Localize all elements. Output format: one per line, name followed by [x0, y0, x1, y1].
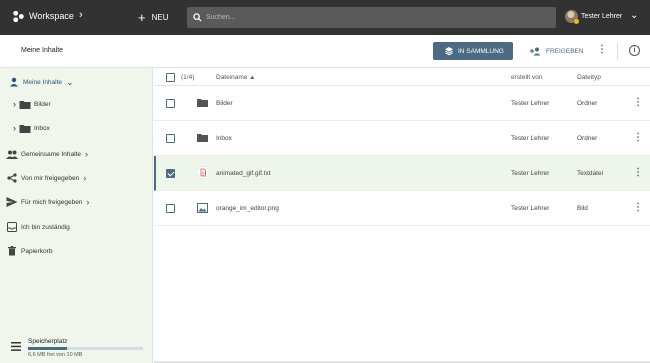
- more-options-icon[interactable]: ⋮: [633, 202, 643, 213]
- table-row[interactable]: orange_im_editor.png Tester Lehrer Bild …: [154, 191, 650, 226]
- file-author: Tester Lehrer: [511, 135, 550, 142]
- more-options-icon[interactable]: ⋮: [633, 167, 643, 178]
- add-person-icon: [530, 47, 541, 55]
- file-type: Ordner: [577, 100, 598, 107]
- file-type: Ordner: [577, 135, 598, 142]
- sidebar-item-trash[interactable]: Papierkorb: [6, 241, 52, 261]
- folder-icon: [197, 99, 208, 107]
- file-name[interactable]: Bilder: [216, 100, 233, 107]
- page-title: Meine Inhalte: [21, 47, 64, 54]
- sidebar-item-label: Meine Inhalte: [23, 78, 63, 86]
- storage-title: Speicherplatz: [28, 338, 68, 345]
- person-icon: [10, 77, 18, 87]
- file-author: Tester Lehrer: [511, 100, 550, 107]
- storage-progress-bar: [28, 347, 143, 350]
- chevron-right-icon[interactable]: ›: [13, 123, 16, 133]
- chevron-down-icon[interactable]: ⌄: [66, 77, 74, 88]
- share-button[interactable]: FREIGEBEN: [530, 44, 584, 58]
- chevron-right-icon[interactable]: ›: [83, 173, 86, 183]
- sidebar-item-inbox[interactable]: › Inbox: [13, 118, 50, 138]
- file-name[interactable]: orange_im_editor.png: [216, 205, 279, 212]
- text-file-icon: [197, 166, 209, 179]
- layers-icon: [445, 47, 453, 56]
- image-file-icon: [197, 203, 208, 213]
- sidebar-item-label: Papierkorb: [21, 247, 53, 255]
- new-button[interactable]: + NEU: [138, 9, 168, 25]
- table-row[interactable]: Inbox Tester Lehrer Ordner ⋮: [154, 121, 650, 156]
- user-name[interactable]: Tester Lehrer: [581, 13, 622, 20]
- inbox-icon: [7, 222, 17, 232]
- divider: [617, 43, 618, 60]
- table-row[interactable]: Bilder Tester Lehrer Ordner ⋮: [154, 86, 650, 121]
- add-to-collection-label: IN SAMMLUNG: [458, 47, 504, 55]
- search-icon: [193, 13, 202, 22]
- file-name[interactable]: Inbox: [216, 135, 232, 142]
- sidebar-item-bilder[interactable]: › Bilder: [13, 94, 51, 114]
- sidebar-item-shared-by-me[interactable]: Von mir freigegeben ›: [6, 168, 86, 188]
- more-options-icon[interactable]: ⋮: [633, 97, 643, 108]
- table-header: (1/4) Dateiname ▲ erstellt von Dateityp: [154, 68, 650, 86]
- search-input[interactable]: [206, 7, 546, 28]
- sidebar-item-label: Von mir freigegeben: [21, 174, 80, 182]
- sidebar: Meine Inhalte ⌄ › Bilder › Inbox Gemeins…: [0, 68, 153, 363]
- plus-icon: +: [138, 9, 146, 25]
- chevron-right-icon[interactable]: ›: [85, 149, 88, 159]
- sidebar-item-label: Inbox: [34, 124, 50, 132]
- chevron-right-icon[interactable]: ›: [13, 99, 16, 109]
- file-type: Textdatei: [577, 170, 604, 177]
- group-icon: [6, 150, 18, 159]
- selection-count: (1/4): [181, 74, 195, 81]
- row-checkbox[interactable]: [166, 134, 175, 143]
- chevron-right-icon[interactable]: ›: [79, 9, 83, 21]
- info-icon[interactable]: i: [629, 45, 640, 56]
- folder-icon: [197, 134, 208, 142]
- file-author: Tester Lehrer: [511, 170, 550, 177]
- row-checkbox[interactable]: [166, 169, 175, 178]
- sidebar-item-label: Ich bin zuständig: [21, 223, 70, 231]
- chevron-down-icon[interactable]: ⌄: [630, 10, 638, 21]
- file-name[interactable]: animated_gif.gif.txt: [216, 170, 271, 177]
- column-header-name[interactable]: Dateiname ▲: [216, 74, 255, 81]
- folder-icon: [19, 100, 31, 109]
- sidebar-item-shared-with-me[interactable]: Für mich freigegeben ›: [6, 192, 89, 212]
- select-all-checkbox[interactable]: [166, 73, 175, 82]
- share-icon: [7, 173, 17, 183]
- top-bar: Workspace › + NEU Tester Lehrer ⌄: [0, 0, 650, 35]
- share-label: FREIGEBEN: [546, 47, 584, 55]
- chevron-right-icon[interactable]: ›: [86, 197, 89, 207]
- status-badge: [574, 19, 579, 24]
- send-icon: [6, 197, 18, 207]
- storage-text: 6,6 MB frei von 10 MB: [28, 352, 83, 358]
- row-checkbox[interactable]: [166, 99, 175, 108]
- column-header-author[interactable]: erstellt von: [511, 74, 542, 81]
- more-options-icon[interactable]: ⋮: [597, 44, 607, 55]
- search-box[interactable]: [187, 7, 556, 28]
- add-to-collection-button[interactable]: IN SAMMLUNG: [433, 42, 513, 60]
- sidebar-item-label: Gemeinsame Inhalte: [21, 150, 81, 158]
- file-type: Bild: [577, 205, 588, 212]
- sidebar-item-shared-content[interactable]: Gemeinsame Inhalte ›: [6, 144, 88, 164]
- workspace-label[interactable]: Workspace: [29, 11, 74, 21]
- sidebar-item-label: Bilder: [34, 100, 51, 108]
- sidebar-item-my-content[interactable]: Meine Inhalte ⌄: [8, 72, 74, 92]
- more-options-icon[interactable]: ⋮: [633, 132, 643, 143]
- sort-ascending-icon[interactable]: ▲: [249, 75, 255, 81]
- storage-progress-fill: [28, 347, 68, 350]
- menu-icon[interactable]: [11, 342, 21, 351]
- sidebar-item-label: Für mich freigegeben: [21, 198, 83, 206]
- new-button-label: NEU: [151, 12, 169, 22]
- workspace-logo-icon: [13, 10, 24, 23]
- table-row[interactable]: animated_gif.gif.txt Tester Lehrer Textd…: [154, 156, 650, 191]
- column-header-type[interactable]: Dateityp: [577, 74, 601, 81]
- file-author: Tester Lehrer: [511, 205, 550, 212]
- folder-icon: [19, 124, 31, 133]
- sidebar-item-responsible[interactable]: Ich bin zuständig: [6, 217, 70, 237]
- row-checkbox[interactable]: [166, 204, 175, 213]
- trash-icon: [8, 246, 16, 256]
- action-bar: Meine Inhalte IN SAMMLUNG FREIGEBEN ⋮ i: [0, 35, 650, 68]
